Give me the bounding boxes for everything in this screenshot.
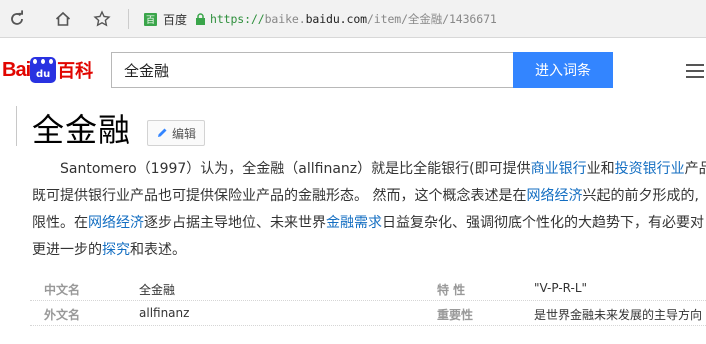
table-row: 外文名 allfinanz 重要性 是世界金融未来发展的主导方向 [30, 301, 706, 326]
text-span: 和表述。 [130, 242, 186, 258]
paragraph-line: Santomero（1997）认为，全金融（allfinanz）就是比全能银行(… [32, 156, 706, 183]
link-network-economy[interactable]: 网络经济 [526, 188, 582, 204]
link-network-economy-2[interactable]: 网络经济 [88, 215, 144, 231]
baidu-baike-logo[interactable]: Bai du 百科 [2, 56, 93, 84]
info-value: 是世界金融未来发展的主导方向 [534, 308, 703, 322]
text-span: 产品的 [684, 161, 706, 177]
paragraph-line: 限性。在网络经济逐步占据主导地位、未来世界金融需求日益复杂化、强调彻底个性化的大… [32, 210, 706, 237]
paragraph-line: 更进一步的探究和表述。 [32, 237, 706, 264]
text-span: 限性。在 [32, 215, 88, 231]
page-title: 全金融 [32, 111, 132, 149]
info-label: 中文名 [44, 283, 81, 297]
info-label: 重要性 [437, 308, 474, 322]
text-span: 更进一步的 [32, 242, 102, 258]
logo-du-text: du [35, 69, 51, 80]
url-text: https://baike.baidu.com/item/全金融/1436671 [210, 11, 497, 27]
text-span: 既可提供银行业产品也可提供保险业产品的金融形态。 然而，这个概念表述是在 [32, 188, 527, 204]
text-span: 日益复杂化、强调彻底个性化的大趋势下，有必要对 [382, 215, 704, 231]
paw-icon: du [30, 57, 57, 83]
text-span: 逐步占据主导地位、未来世界 [144, 215, 326, 231]
article-content: 全金融 编辑 Santomero（1997）认为，全金融（allfinanz）就… [0, 100, 706, 344]
reload-icon[interactable] [6, 8, 28, 30]
bookmark-star-icon[interactable] [91, 8, 113, 30]
edit-label: 编辑 [172, 126, 197, 141]
site-verified-badge-icon: 百 [144, 12, 157, 26]
url-domain: baidu.com [305, 12, 368, 26]
toolbar-divider [128, 9, 129, 29]
site-header: Bai du 百科 全金融 进入词条 [0, 38, 706, 100]
enter-entry-button[interactable]: 进入词条 [513, 52, 613, 88]
info-value: "V-P-R-L" [534, 281, 588, 295]
lock-icon [196, 13, 206, 25]
url-scheme: https:// [210, 12, 265, 26]
menu-icon[interactable] [686, 64, 704, 78]
paragraph-line: 既可提供银行业产品也可提供保险业产品的金融形态。 然而，这个概念表述是在网络经济… [32, 183, 706, 210]
table-row: 中文名 全金融 特 性 "V-P-R-L" [30, 276, 706, 301]
text-span: 业和 [586, 161, 615, 177]
site-name: 百度 [163, 12, 188, 27]
info-label: 特 性 [437, 283, 466, 297]
link-investment-banking[interactable]: 投资银行业 [615, 161, 685, 177]
summary-paragraph: Santomero（1997）认为，全金融（allfinanz）就是比全能银行(… [32, 156, 706, 264]
link-financial-demand[interactable]: 金融需求 [326, 215, 382, 231]
url-subdomain: baike. [264, 12, 306, 26]
address-bar[interactable]: 百 百度 https://baike.baidu.com/item/全金融/14… [144, 8, 704, 30]
edit-button[interactable]: 编辑 [147, 120, 206, 146]
link-commercial-bank[interactable]: 商业银行 [531, 161, 587, 177]
link-explore[interactable]: 探究 [102, 242, 130, 258]
logo-baike-text: 百科 [57, 61, 94, 82]
info-value: 全金融 [139, 283, 176, 297]
search-input[interactable]: 全金融 [111, 52, 514, 88]
text-span: Santomero（1997）认为，全金融（allfinanz）就是比全能银行(… [60, 161, 531, 177]
text-span: 兴起的前夕形成的, [582, 188, 699, 204]
pencil-icon [158, 128, 167, 137]
logo-bai-text: Bai [2, 58, 31, 81]
home-icon[interactable] [52, 8, 74, 30]
info-label: 外文名 [44, 308, 81, 322]
title-divider [16, 106, 17, 146]
info-value: allfinanz [139, 306, 190, 320]
browser-toolbar: 百 百度 https://baike.baidu.com/item/全金融/14… [0, 0, 706, 38]
url-path: /item/全金融/1436671 [366, 12, 497, 26]
